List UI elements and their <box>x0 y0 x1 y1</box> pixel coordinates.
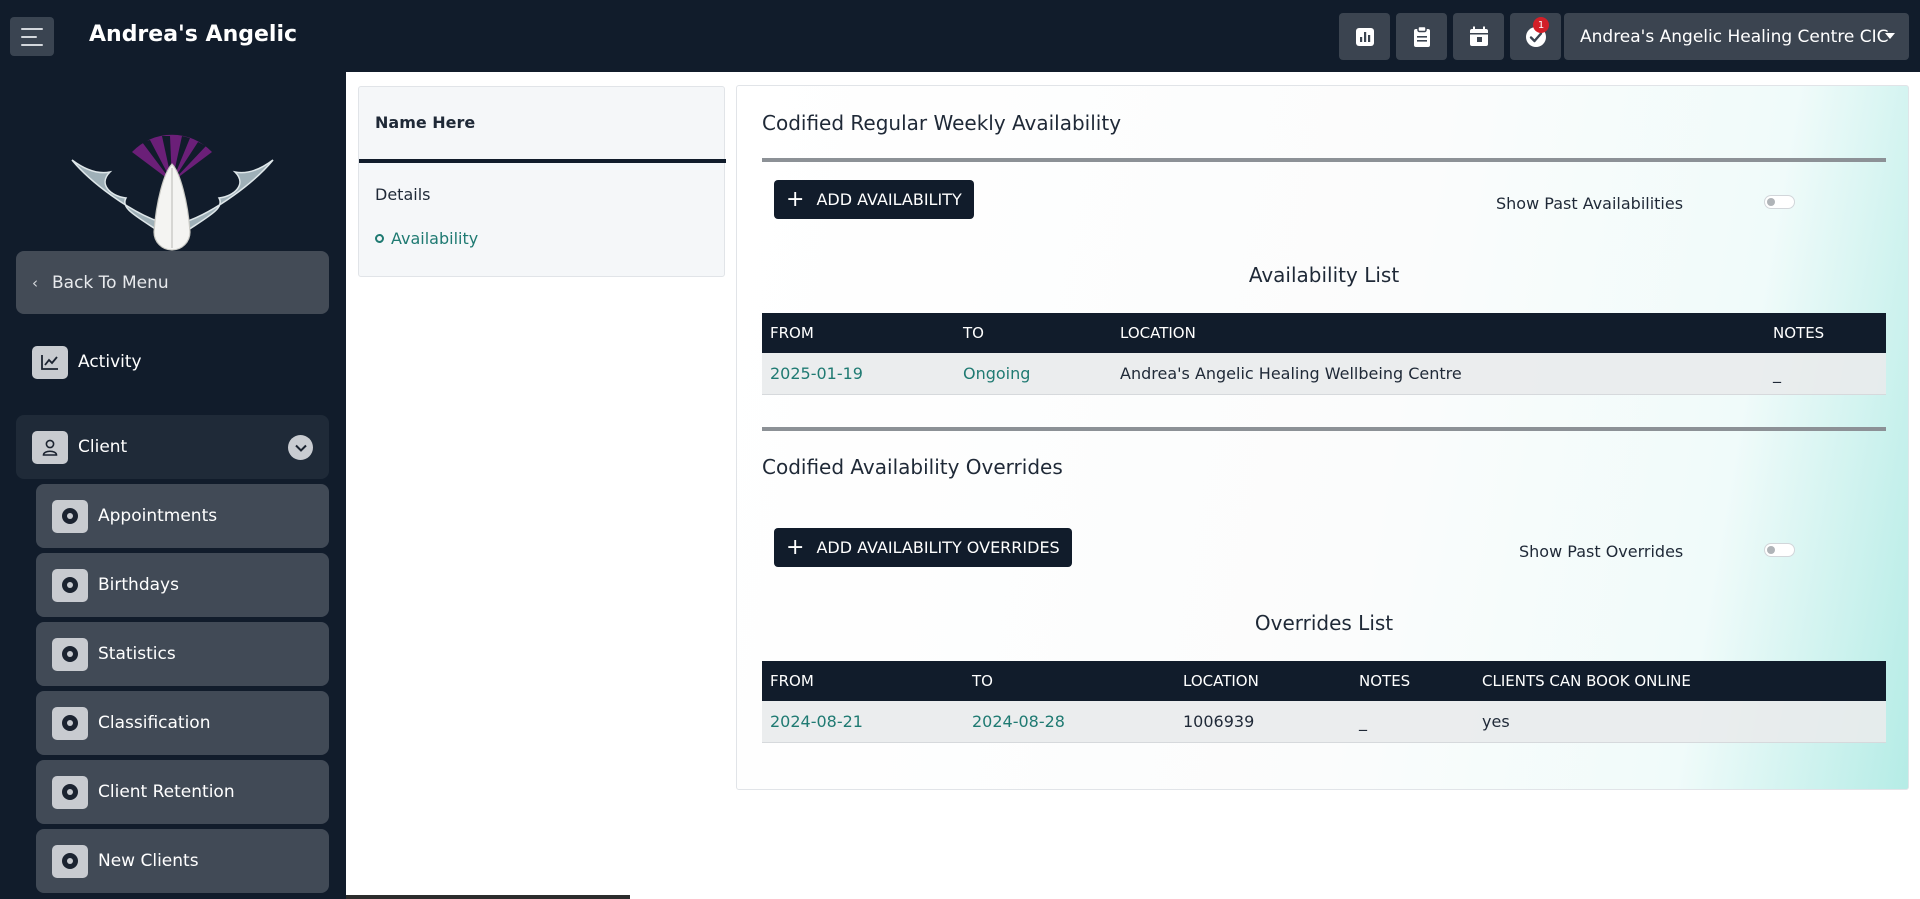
sidebar-item-client[interactable]: Client <box>16 415 329 479</box>
column-header: LOCATION <box>1175 661 1351 701</box>
calendar-button[interactable] <box>1453 13 1504 60</box>
record-icon <box>52 844 88 878</box>
tasks-button[interactable]: 1 <box>1510 13 1561 60</box>
organization-name: Andrea's Angelic Healing Centre CIC <box>1580 26 1889 47</box>
availability-card: Codified Regular Weekly Availability + A… <box>736 85 1909 790</box>
sidebar-item-label: Statistics <box>98 644 176 664</box>
add-overrides-label: ADD AVAILABILITY OVERRIDES <box>816 538 1060 557</box>
sidebar: ANDREA'S ANGELIC HEALING & WELLBEING CEN… <box>0 72 346 899</box>
line-chart-icon <box>41 355 58 370</box>
overrides-table: FROM TO LOCATION NOTES CLIENTS CAN BOOK … <box>762 661 1886 743</box>
chevron-left-icon: ‹ <box>32 273 38 292</box>
profile-name: Name Here <box>375 113 476 132</box>
record-icon <box>52 568 88 602</box>
notification-badge: 1 <box>1533 17 1549 33</box>
record-icon <box>52 706 88 740</box>
clipboard-icon <box>1413 25 1430 47</box>
hamburger-line <box>21 35 37 38</box>
column-header: FROM <box>762 313 955 353</box>
column-header: TO <box>955 313 1112 353</box>
horizontal-scrollbar[interactable] <box>346 895 630 899</box>
table-row: 2025-01-19 Ongoing Andrea's Angelic Heal… <box>762 353 1886 395</box>
availability-link[interactable]: Availability <box>375 229 478 248</box>
sidebar-item-label: Birthdays <box>98 575 179 595</box>
menu-toggle-button[interactable] <box>10 17 54 56</box>
overrides-title: Codified Availability Overrides <box>762 455 1063 479</box>
show-past-availabilities-label: Show Past Availabilities <box>1496 194 1684 213</box>
section-divider <box>762 427 1886 431</box>
show-past-availabilities-toggle[interactable] <box>1764 195 1795 209</box>
back-to-menu-label: Back To Menu <box>52 272 169 293</box>
overrides-list-title: Overrides List <box>1254 611 1394 635</box>
sidebar-item-label: Classification <box>98 713 211 733</box>
sidebar-item-label: Activity <box>78 352 142 372</box>
sidebar-item-label: Client Retention <box>98 782 235 802</box>
column-header: TO <box>964 661 1175 701</box>
column-header: FROM <box>762 661 964 701</box>
notes-cell: _ <box>1765 353 1886 395</box>
location-cell: 1006939 <box>1175 701 1351 743</box>
sidebar-item-label: Appointments <box>98 506 218 526</box>
panel-divider <box>359 159 726 163</box>
plus-icon: + <box>786 186 805 212</box>
availability-list-title: Availability List <box>1248 263 1400 287</box>
client-icon-box <box>32 430 68 464</box>
chevron-down-icon <box>294 444 307 452</box>
show-past-overrides-toggle[interactable] <box>1764 543 1795 557</box>
add-availability-overrides-button[interactable]: + ADD AVAILABILITY OVERRIDES <box>774 528 1072 567</box>
record-icon <box>52 775 88 809</box>
app-title: Andrea's Angelic <box>89 22 298 47</box>
profile-panel: Name Here Details Availability <box>358 86 726 277</box>
record-icon <box>52 637 88 671</box>
column-header: CLIENTS CAN BOOK ONLINE <box>1474 661 1886 701</box>
table-row: 2024-08-21 2024-08-28 1006939 _ yes <box>762 701 1886 743</box>
back-to-menu-button[interactable]: ‹ Back To Menu <box>16 251 329 314</box>
chart-icon <box>1355 27 1374 46</box>
circle-icon <box>375 234 384 243</box>
add-availability-label: ADD AVAILABILITY <box>816 190 962 209</box>
collapse-button[interactable] <box>288 435 313 460</box>
column-header: NOTES <box>1351 661 1474 701</box>
top-bar: Andrea's Angelic 1 Andrea's Angelic Heal… <box>0 0 1920 72</box>
to-date-link[interactable]: 2024-08-28 <box>964 701 1175 743</box>
add-availability-button[interactable]: + ADD AVAILABILITY <box>774 180 974 219</box>
hamburger-line <box>21 27 43 30</box>
sidebar-item-activity[interactable]: Activity <box>16 337 329 387</box>
activity-icon-box <box>32 345 68 379</box>
weekly-availability-title: Codified Regular Weekly Availability <box>762 111 1122 135</box>
details-heading: Details <box>375 185 431 204</box>
notes-cell: _ <box>1351 701 1474 743</box>
sidebar-item-classification[interactable]: Classification <box>36 691 329 755</box>
from-date-link[interactable]: 2025-01-19 <box>762 353 955 395</box>
reports-button[interactable] <box>1339 13 1390 60</box>
clients-can-book-online-cell: yes <box>1474 701 1886 743</box>
show-past-overrides-label: Show Past Overrides <box>1519 542 1684 561</box>
hamburger-line <box>21 43 43 46</box>
sidebar-item-client-retention[interactable]: Client Retention <box>36 760 329 824</box>
sidebar-item-appointments[interactable]: Appointments <box>36 484 329 548</box>
availability-table: FROM TO LOCATION NOTES 2025-01-19 Ongoin… <box>762 313 1886 395</box>
user-icon <box>42 439 58 456</box>
sidebar-item-new-clients[interactable]: New Clients <box>36 829 329 893</box>
sidebar-item-label: New Clients <box>98 851 199 871</box>
availability-link-label: Availability <box>391 229 479 248</box>
to-date-link[interactable]: Ongoing <box>955 353 1112 395</box>
sidebar-item-birthdays[interactable]: Birthdays <box>36 553 329 617</box>
organization-select[interactable]: Andrea's Angelic Healing Centre CIC <box>1564 13 1909 60</box>
plus-icon: + <box>786 534 805 560</box>
sidebar-item-statistics[interactable]: Statistics <box>36 622 329 686</box>
from-date-link[interactable]: 2024-08-21 <box>762 701 964 743</box>
column-header: LOCATION <box>1112 313 1765 353</box>
caret-down-icon <box>1885 33 1895 39</box>
column-header: NOTES <box>1765 313 1886 353</box>
clipboard-button[interactable] <box>1396 13 1447 60</box>
calendar-icon <box>1469 26 1488 46</box>
sidebar-item-label: Client <box>78 437 128 457</box>
record-icon <box>52 499 88 533</box>
header-icon-group: 1 <box>1339 13 1561 60</box>
section-divider <box>762 158 1886 162</box>
location-cell: Andrea's Angelic Healing Wellbeing Centr… <box>1112 353 1765 395</box>
